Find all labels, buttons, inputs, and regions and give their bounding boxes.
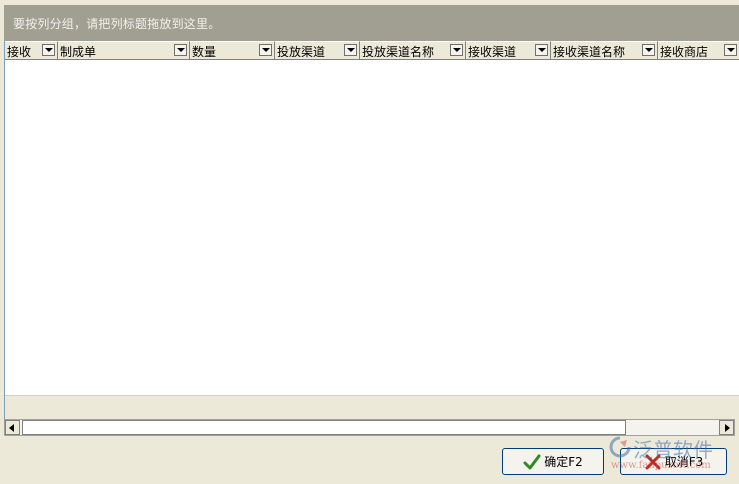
column-header-receive-store[interactable]: 接收商店 — [658, 41, 739, 59]
horizontal-scrollbar[interactable] — [4, 419, 735, 436]
arrow-right-icon[interactable] — [719, 420, 734, 435]
column-label: 接收渠道 — [468, 45, 517, 59]
column-header-make-order[interactable]: 制成单 — [58, 41, 190, 59]
column-header-quantity[interactable]: 数量 — [190, 41, 275, 59]
column-label: 投放渠道 — [277, 45, 326, 59]
cancel-button-label: 取消F3 — [664, 455, 704, 469]
dropdown-arrow-icon[interactable] — [174, 44, 187, 56]
dialog-window: 要按列分组，请把列标题拖放到这里。 接收 制成单 数量 投放渠道 投放渠道名称 — [0, 0, 739, 484]
column-label: 数量 — [192, 45, 217, 59]
column-header-receive[interactable]: 接收 — [5, 41, 58, 59]
cancel-button[interactable]: 取消F3 — [620, 448, 727, 475]
grid-header: 接收 制成单 数量 投放渠道 投放渠道名称 接收渠道 接收渠道名称 接收商店 — [5, 41, 739, 60]
data-grid[interactable]: 接收 制成单 数量 投放渠道 投放渠道名称 接收渠道 接收渠道名称 接收商店 — [4, 41, 739, 420]
dropdown-arrow-icon[interactable] — [344, 44, 357, 56]
column-label: 投放渠道名称 — [362, 45, 435, 59]
confirm-button-label: 确定F2 — [544, 455, 583, 469]
column-header-dispatch-channel[interactable]: 投放渠道 — [275, 41, 360, 59]
check-icon — [523, 454, 541, 470]
scrollbar-thumb[interactable] — [22, 420, 626, 435]
column-label: 接收商店 — [660, 45, 709, 59]
column-label: 接收渠道名称 — [553, 45, 626, 59]
grid-footer — [5, 395, 739, 420]
title-bar-buttons[interactable] — [673, 0, 737, 11]
dropdown-arrow-icon[interactable] — [42, 44, 55, 56]
dropdown-arrow-icon[interactable] — [450, 44, 463, 56]
arrow-left-icon[interactable] — [5, 420, 20, 435]
group-by-panel[interactable]: 要按列分组，请把列标题拖放到这里。 — [4, 5, 739, 41]
dropdown-arrow-icon[interactable] — [642, 44, 655, 56]
column-header-receive-channel[interactable]: 接收渠道 — [466, 41, 551, 59]
group-by-hint: 要按列分组，请把列标题拖放到这里。 — [13, 17, 221, 31]
grid-body[interactable] — [5, 60, 739, 395]
dropdown-arrow-icon[interactable] — [724, 44, 737, 56]
dropdown-arrow-icon[interactable] — [259, 44, 272, 56]
column-label: 接收 — [7, 45, 32, 59]
column-header-dispatch-channel-name[interactable]: 投放渠道名称 — [360, 41, 466, 59]
column-header-receive-channel-name[interactable]: 接收渠道名称 — [551, 41, 658, 59]
confirm-button[interactable]: 确定F2 — [502, 448, 604, 475]
x-icon — [644, 454, 662, 470]
column-label: 制成单 — [60, 45, 97, 59]
dropdown-arrow-icon[interactable] — [535, 44, 548, 56]
